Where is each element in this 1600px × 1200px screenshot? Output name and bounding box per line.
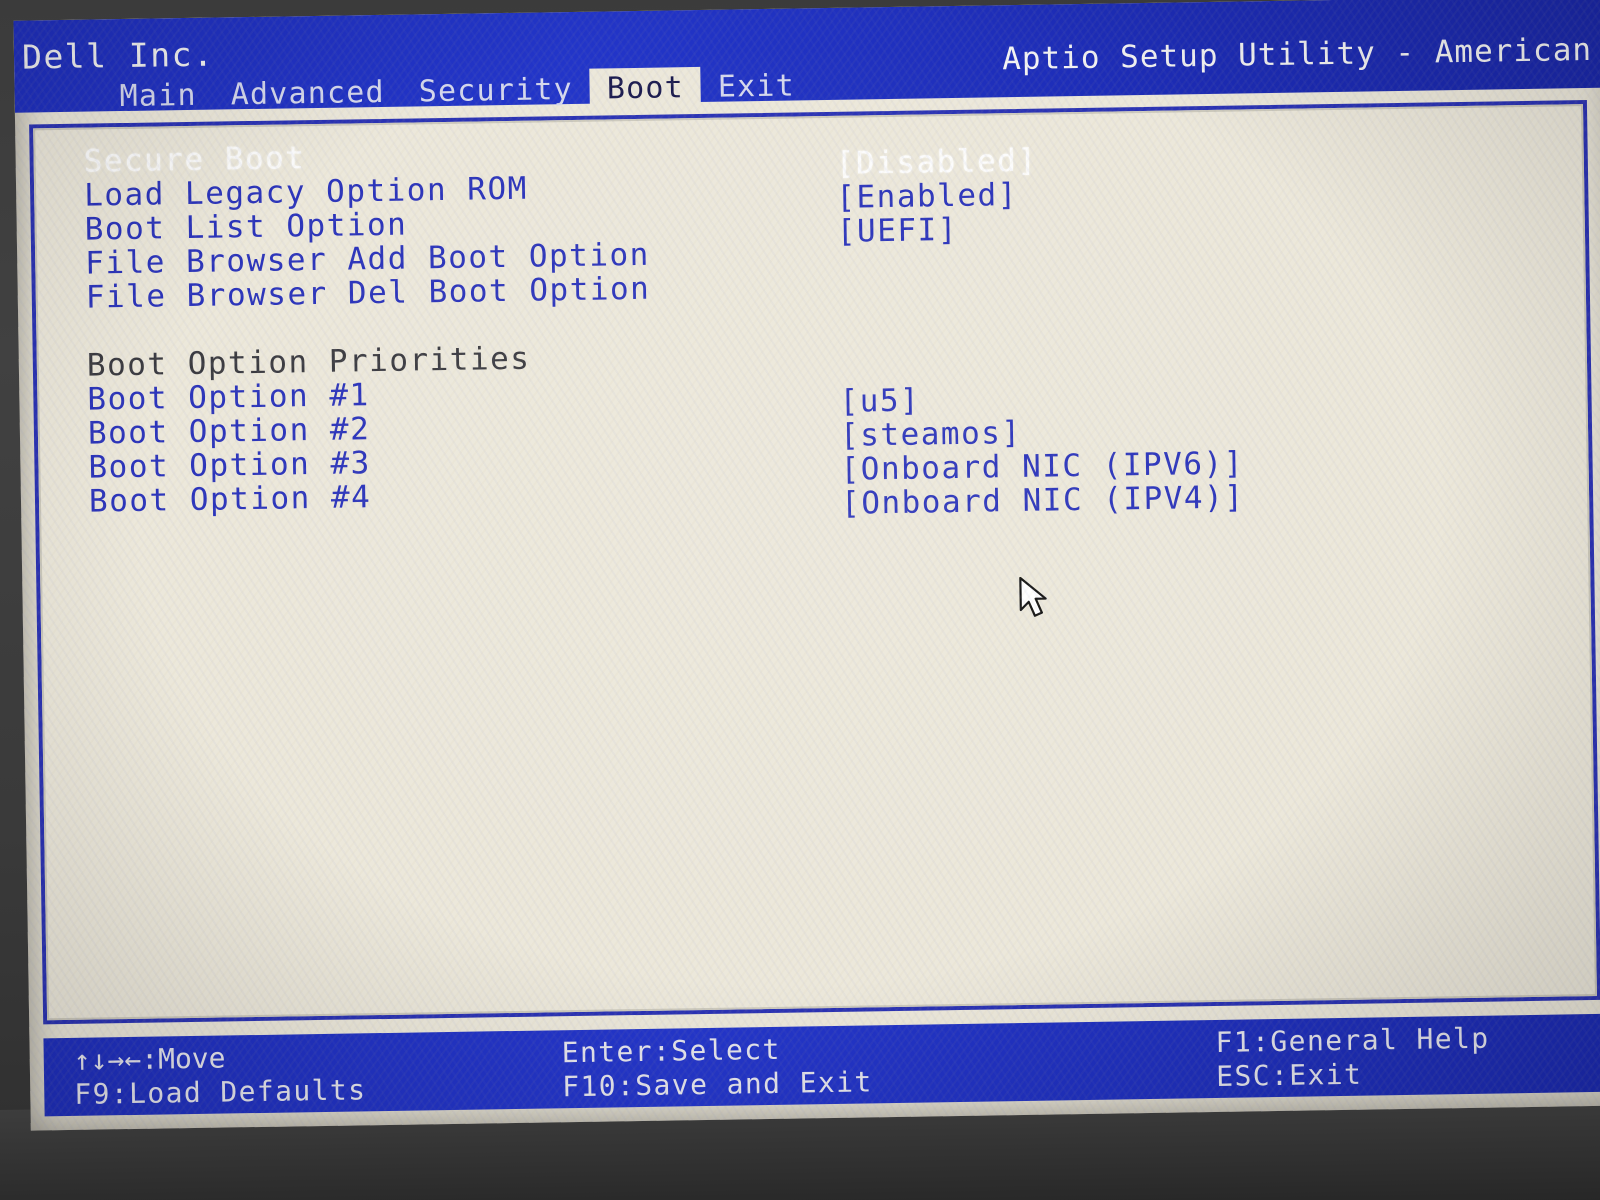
tab-boot[interactable]: Boot [589,66,702,112]
photograph-frame: Dell Inc. Aptio Setup Utility - American… [0,0,1600,1200]
settings-panel: Secure Boot [Disabled] Load Legacy Option … [29,100,1600,1025]
hotkey-esc-exit[interactable]: ESC:Exit [1216,1056,1490,1094]
vendor-name: Dell Inc. [21,34,215,77]
tab-advanced[interactable]: Advanced [213,72,402,118]
utility-title: Aptio Setup Utility - American [1001,31,1593,78]
hotkey-column-1: ↑↓→←:Move F9:Load Defaults [74,1039,367,1112]
tab-bar: Main Advanced Security Boot Exit [102,65,813,120]
title-bar: Dell Inc. Aptio Setup Utility - American… [13,0,1600,114]
settings-panel-inner: Secure Boot [Disabled] Load Legacy Option … [33,104,1597,1021]
settings-list: Secure Boot [Disabled] Load Legacy Option … [83,121,1549,522]
hotkey-load-defaults[interactable]: F9:Load Defaults [74,1073,367,1112]
tab-security[interactable]: Security [401,69,590,115]
settings-row-label: Boot Option #4 [88,479,372,520]
tab-main[interactable]: Main [102,75,214,120]
hotkey-enter-select[interactable]: Enter:Select [561,1031,872,1070]
hotkey-save-and-exit[interactable]: F10:Save and Exit [562,1065,873,1104]
screen-rotation-wrapper: Dell Inc. Aptio Setup Utility - American… [0,0,1600,1200]
hotkey-bar: ↑↓→←:Move F9:Load Defaults Enter:Select … [43,1013,1600,1117]
settings-row-value[interactable]: [Onboard NIC (IPV4)] [841,479,1245,521]
hotkey-general-help[interactable]: F1:General Help [1215,1022,1489,1060]
bios-screen: Dell Inc. Aptio Setup Utility - American… [13,0,1600,1131]
hotkey-move[interactable]: ↑↓→←:Move [74,1039,367,1078]
hotkey-column-2: Enter:Select F10:Save and Exit [561,1031,872,1104]
tab-exit[interactable]: Exit [701,65,813,110]
hotkey-column-3: F1:General Help ESC:Exit [1215,1022,1490,1094]
